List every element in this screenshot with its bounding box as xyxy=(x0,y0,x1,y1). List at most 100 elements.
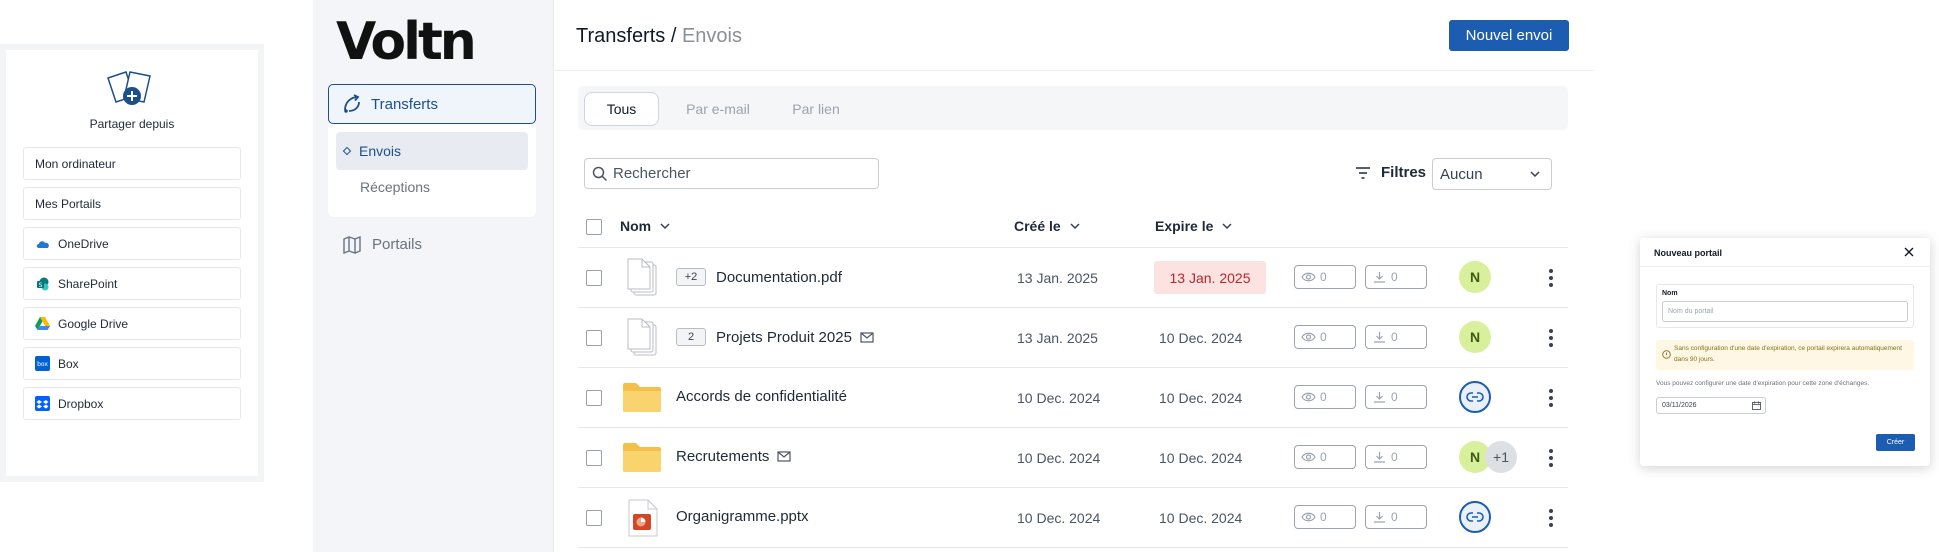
name-label: Nom xyxy=(1662,290,1678,297)
views-count: 0 xyxy=(1320,270,1327,284)
share-item-portals[interactable]: Mes Portails xyxy=(23,187,241,220)
filter-select[interactable]: Aucun xyxy=(1432,158,1552,190)
box-icon: box xyxy=(35,356,50,371)
file-count-badge: +2 xyxy=(676,268,706,286)
tab-email[interactable]: Par e-mail xyxy=(668,92,768,126)
tab-link[interactable]: Par lien xyxy=(776,92,856,126)
views-count: 0 xyxy=(1320,330,1327,344)
app-logo: Voltn xyxy=(336,12,477,72)
share-item-label: Dropbox xyxy=(58,396,104,411)
table-row-divider xyxy=(578,307,1568,308)
file-name-cell[interactable]: Organigramme.pptx xyxy=(676,508,809,525)
download-icon xyxy=(1374,392,1385,403)
eye-icon xyxy=(1301,272,1316,282)
views-count: 0 xyxy=(1320,510,1327,524)
breadcrumb-current: Envois xyxy=(681,25,742,47)
tab-all[interactable]: Tous xyxy=(584,92,659,126)
filter-value: Aucun xyxy=(1440,165,1483,183)
portal-icon xyxy=(343,235,361,254)
search-placeholder: Rechercher xyxy=(613,165,691,182)
create-button[interactable]: Créer xyxy=(1876,434,1915,451)
sidebar-item-label: Envois xyxy=(359,143,402,159)
downloads-counter: 0 xyxy=(1365,385,1427,409)
views-count: 0 xyxy=(1320,390,1327,404)
share-item-label: Mon ordinateur xyxy=(35,156,116,171)
row-checkbox[interactable] xyxy=(586,390,602,406)
views-counter: 0 xyxy=(1294,265,1356,289)
share-item-sharepoint[interactable]: S SharePoint xyxy=(23,267,241,300)
share-item-google-drive[interactable]: Google Drive xyxy=(23,307,241,340)
share-item-box[interactable]: box Box xyxy=(23,347,241,380)
column-header-label: Créé le xyxy=(1014,218,1061,234)
chevron-down-icon xyxy=(660,223,670,230)
folder-icon xyxy=(623,383,661,412)
expiration-date-input[interactable]: 03/11/2026 xyxy=(1656,397,1766,414)
created-date: 13 Jan. 2025 xyxy=(1017,330,1098,346)
downloads-count: 0 xyxy=(1391,510,1398,524)
file-name: Organigramme.pptx xyxy=(676,508,809,525)
close-icon[interactable] xyxy=(1903,246,1915,258)
dropbox-icon xyxy=(35,396,50,411)
sidebar-item-envois[interactable]: Envois xyxy=(336,132,528,170)
share-item-label: OneDrive xyxy=(58,236,109,251)
file-name-cell[interactable]: 2 Projets Produit 2025 xyxy=(676,328,874,346)
column-header-expires[interactable]: Expire le xyxy=(1155,218,1233,234)
file-name: Recrutements xyxy=(676,448,770,465)
link-recipient xyxy=(1459,501,1491,533)
chevron-down-icon xyxy=(1222,223,1232,230)
header-divider xyxy=(554,70,1594,71)
row-menu-button[interactable] xyxy=(1543,449,1559,467)
share-item-onedrive[interactable]: OneDrive xyxy=(23,227,241,260)
breadcrumb-separator: / xyxy=(665,25,682,47)
table-row-divider xyxy=(578,547,1568,548)
eye-icon xyxy=(1301,392,1316,402)
share-item-label: Mes Portails xyxy=(35,196,102,211)
share-item-computer[interactable]: Mon ordinateur xyxy=(23,147,241,180)
row-menu-button[interactable] xyxy=(1543,509,1559,527)
row-checkbox[interactable] xyxy=(586,270,602,286)
table-row-divider xyxy=(578,487,1568,488)
column-header-created[interactable]: Créé le xyxy=(1014,218,1081,234)
modal-divider xyxy=(1640,266,1930,267)
created-date: 10 Dec. 2024 xyxy=(1017,510,1101,526)
views-count: 0 xyxy=(1320,450,1327,464)
row-menu-button[interactable] xyxy=(1543,329,1559,347)
select-all-checkbox[interactable] xyxy=(586,219,602,235)
filter-icon xyxy=(1356,166,1370,179)
link-recipient xyxy=(1459,381,1491,413)
folder-icon xyxy=(623,443,661,472)
table-row-divider xyxy=(578,427,1568,428)
chevron-down-icon xyxy=(1070,223,1080,230)
portal-name-input[interactable]: Nom du portail xyxy=(1662,301,1908,322)
chevron-down-icon xyxy=(1530,171,1540,178)
file-name-cell[interactable]: Accords de confidentialité xyxy=(676,388,847,405)
documents-stack-icon xyxy=(627,258,657,296)
new-send-button[interactable]: Nouvel envoi xyxy=(1449,20,1569,51)
sidebar-item-portails[interactable]: Portails xyxy=(342,234,422,254)
expires-date: 10 Dec. 2024 xyxy=(1159,450,1243,466)
diamond-icon xyxy=(342,146,352,156)
page-title: Transferts / Envois xyxy=(576,25,742,48)
eye-icon xyxy=(1301,512,1316,522)
sidebar-item-transfers[interactable]: Transferts xyxy=(328,84,536,124)
filters-button[interactable]: Filtres xyxy=(1355,164,1426,181)
row-menu-button[interactable] xyxy=(1543,269,1559,287)
sidebar-item-receptions[interactable]: Réceptions xyxy=(360,179,430,195)
row-checkbox[interactable] xyxy=(586,450,602,466)
column-header-name[interactable]: Nom xyxy=(620,218,671,234)
share-item-dropbox[interactable]: Dropbox xyxy=(23,387,241,420)
svg-text:box: box xyxy=(37,361,48,368)
downloads-counter: 0 xyxy=(1365,265,1427,289)
downloads-count: 0 xyxy=(1391,330,1398,344)
row-menu-button[interactable] xyxy=(1543,389,1559,407)
views-counter: 0 xyxy=(1294,505,1356,529)
search-input[interactable]: Rechercher xyxy=(584,158,879,189)
created-date: 10 Dec. 2024 xyxy=(1017,450,1101,466)
file-name-cell[interactable]: +2 Documentation.pdf xyxy=(676,268,842,286)
info-icon xyxy=(1662,350,1671,359)
row-checkbox[interactable] xyxy=(586,330,602,346)
table-row-divider xyxy=(578,367,1568,368)
file-name-cell[interactable]: Recrutements xyxy=(676,448,791,465)
row-checkbox[interactable] xyxy=(586,510,602,526)
share-item-label: Box xyxy=(58,356,79,371)
